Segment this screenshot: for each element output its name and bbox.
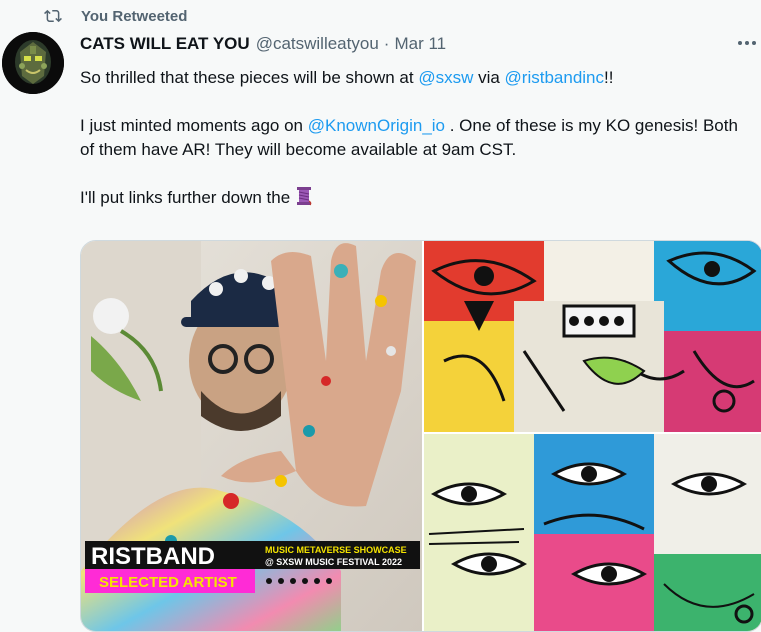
author-name[interactable]: CATS WILL EAT YOU — [80, 34, 250, 54]
mention-knownorigin[interactable]: @KnownOrigin_io — [308, 116, 445, 135]
author-avatar[interactable] — [2, 32, 64, 94]
text-segment: via — [473, 68, 505, 87]
artwork-colorful-faces[interactable] — [424, 241, 761, 432]
retweet-indicator: You Retweeted — [44, 6, 187, 26]
tweet-date[interactable]: Mar 11 — [394, 34, 446, 54]
thread-icon — [296, 187, 312, 206]
ristband-badge: RISTBAND MUSIC METAVERSE SHOWCASE @ SXSW… — [85, 541, 420, 601]
badge-line-2: @ SXSW MUSIC FESTIVAL 2022 — [265, 557, 402, 567]
author-handle[interactable]: @catswilleatyou — [256, 34, 379, 54]
tweet-paragraph-2: I just minted moments ago on @KnownOrigi… — [80, 114, 750, 162]
text-segment: !! — [604, 68, 614, 87]
photo-artist-hand[interactable]: RISTBAND MUSIC METAVERSE SHOWCASE @ SXSW… — [81, 241, 422, 631]
tweet-header: CATS WILL EAT YOU @catswilleatyou · Mar … — [80, 34, 446, 54]
badge-line-1: MUSIC METAVERSE SHOWCASE — [265, 545, 407, 555]
more-options-icon[interactable] — [738, 38, 758, 48]
tweet-text: So thrilled that these pieces will be sh… — [80, 66, 750, 210]
tweet-paragraph-3: I'll put links further down the — [80, 186, 750, 210]
media-grid: RISTBAND MUSIC METAVERSE SHOWCASE @ SXSW… — [80, 240, 761, 632]
mention-sxsw[interactable]: @sxsw — [418, 68, 473, 87]
tweet-paragraph-1: So thrilled that these pieces will be sh… — [80, 66, 750, 90]
text-segment: I just minted moments ago on — [80, 116, 308, 135]
retweet-icon — [44, 9, 62, 23]
text-segment: I'll put links further down the — [80, 188, 291, 207]
mention-ristbandinc[interactable]: @ristbandinc — [505, 68, 604, 87]
ristband-brand: RISTBAND — [91, 543, 215, 570]
artwork-eyes[interactable] — [424, 434, 761, 631]
retweet-label: You Retweeted — [81, 7, 188, 25]
badge-selected-artist: SELECTED ARTIST — [99, 574, 237, 591]
separator-dot: · — [383, 34, 390, 53]
text-segment: So thrilled that these pieces will be sh… — [80, 68, 419, 87]
